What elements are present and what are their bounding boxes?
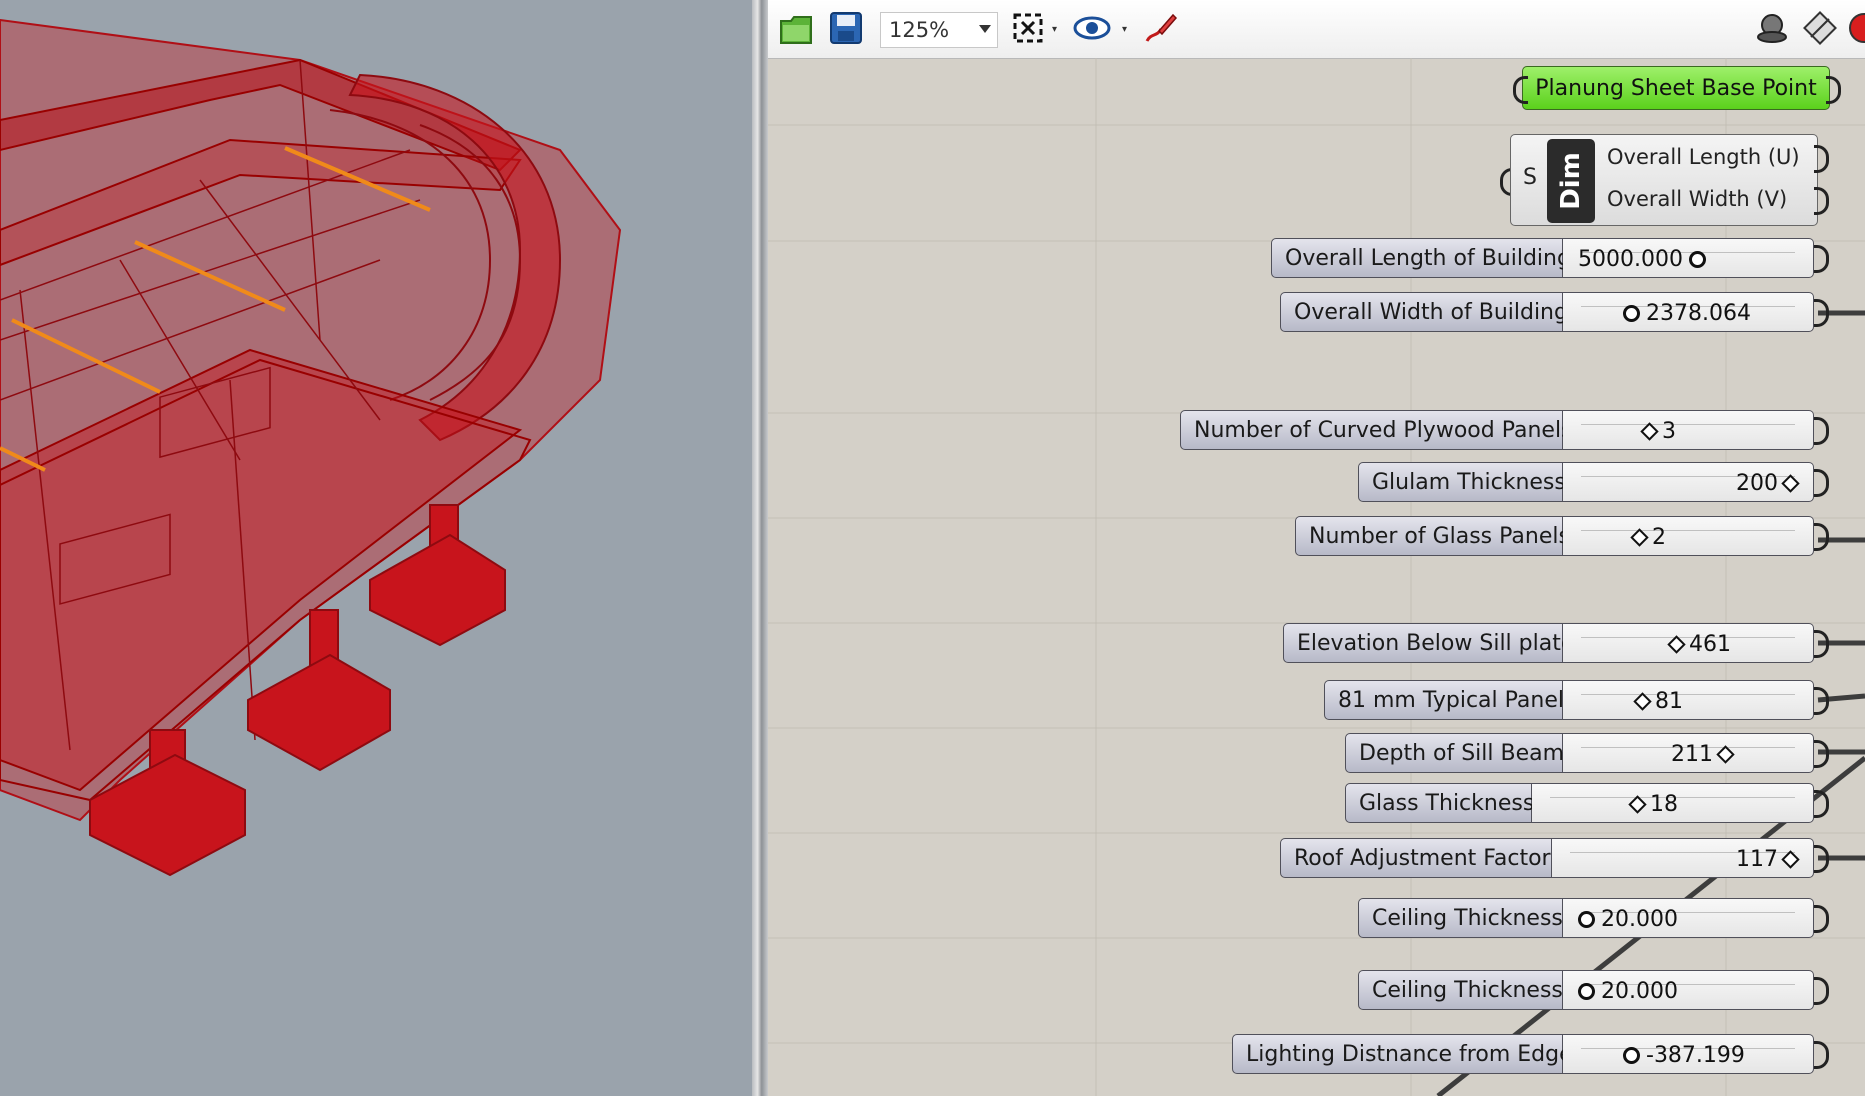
open-file-icon[interactable] [776, 8, 816, 48]
slider-value: 200 [1736, 471, 1778, 496]
slider-handle-icon[interactable] [1630, 528, 1649, 547]
number-slider[interactable]: 81 [1563, 680, 1814, 720]
base-point-input-grip[interactable] [1513, 76, 1528, 104]
slider-value: 18 [1650, 792, 1678, 817]
slider-value-group: 2378.064 [1623, 301, 1751, 326]
slider-value: 117 [1736, 847, 1778, 872]
canvas-toolbar: 125% ▾ ▾ [768, 0, 1865, 59]
slider-value-group: 211 [1671, 742, 1735, 767]
slider-handle-icon[interactable] [1578, 911, 1595, 928]
dim-output-length: Overall Length (U) [1607, 145, 1800, 169]
number-slider[interactable]: 211 [1563, 733, 1814, 773]
dim-output-width: Overall Width (V) [1607, 187, 1788, 211]
slider-value: -387.199 [1646, 1043, 1745, 1068]
slider-label[interactable]: Glass Thickness [1345, 783, 1534, 823]
base-point-label: Planung Sheet Base Point [1535, 75, 1817, 101]
slider-label[interactable]: Ceiling Thickness [1358, 970, 1563, 1010]
slider-label[interactable]: Overall Length of Building [1271, 238, 1571, 278]
number-slider[interactable]: 117 [1552, 838, 1814, 878]
slider-value-group: 3 [1640, 419, 1676, 444]
sketch-pen-icon[interactable] [1140, 8, 1180, 48]
slider-handle-icon[interactable] [1781, 474, 1800, 493]
base-point-param[interactable]: Planung Sheet Base Point [1522, 66, 1830, 110]
number-slider[interactable]: 5000.000 [1563, 238, 1814, 278]
save-icon[interactable] [826, 8, 866, 48]
slider-label[interactable]: 81 mm Typical Panel [1324, 680, 1564, 720]
dimensions-component[interactable]: S Dim Overall Length (U) Overall Width (… [1510, 134, 1818, 226]
zoom-value: 125% [889, 18, 950, 42]
number-slider[interactable]: 2378.064 [1563, 292, 1814, 332]
rhino-viewport[interactable] [0, 0, 752, 1096]
slider-handle-icon[interactable] [1578, 983, 1595, 1000]
slider-value: 20.000 [1601, 907, 1678, 932]
pane-splitter[interactable] [752, 0, 768, 1096]
slider-value: 81 [1655, 689, 1683, 714]
preview-eye-icon[interactable] [1072, 8, 1112, 48]
slider-value: 461 [1689, 632, 1731, 657]
number-slider[interactable]: 461 [1563, 623, 1814, 663]
slider-label[interactable]: Glulam Thickness [1358, 462, 1566, 502]
slider-handle-icon[interactable] [1667, 635, 1686, 654]
slider-handle-icon[interactable] [1623, 1047, 1640, 1064]
slider-value-group: 81 [1633, 689, 1683, 714]
slider-track[interactable] [1581, 530, 1795, 537]
slider-value-group: 461 [1667, 632, 1731, 657]
slider-value-group: 5000.000 [1578, 247, 1706, 272]
slider-value-group: 2 [1630, 525, 1666, 550]
chevron-down-icon [979, 25, 991, 33]
number-slider[interactable]: 3 [1563, 410, 1814, 450]
number-slider[interactable]: -387.199 [1563, 1034, 1814, 1074]
number-slider[interactable]: 20.000 [1563, 898, 1814, 938]
slider-label[interactable]: Depth of Sill Beam [1345, 733, 1564, 773]
slider-value: 2378.064 [1646, 301, 1751, 326]
shaded-preview-icon[interactable] [1752, 8, 1792, 48]
slider-label[interactable]: Lighting Distnance from Edge [1232, 1034, 1573, 1074]
number-slider[interactable]: 200 [1563, 462, 1814, 502]
slider-value: 5000.000 [1578, 247, 1683, 272]
slider-label[interactable]: Number of Curved Plywood Panels [1180, 410, 1573, 450]
wireframe-icon[interactable] [1800, 8, 1840, 48]
slider-label[interactable]: Elevation Below Sill plate [1283, 623, 1574, 663]
slider-handle-icon[interactable] [1688, 251, 1706, 268]
slider-label[interactable]: Ceiling Thickness [1358, 898, 1563, 938]
slider-track[interactable] [1581, 424, 1795, 431]
slider-handle-icon[interactable] [1628, 795, 1647, 814]
number-slider[interactable]: 20.000 [1563, 970, 1814, 1010]
slider-handle-icon[interactable] [1633, 692, 1652, 711]
zoom-extents-caret-icon[interactable]: ▾ [1052, 24, 1057, 35]
slider-handle-icon[interactable] [1623, 305, 1640, 322]
slider-value: 211 [1671, 742, 1713, 767]
slider-value-group: 117 [1736, 847, 1800, 872]
slider-label[interactable]: Roof Adjustment Factor [1280, 838, 1552, 878]
record-icon[interactable] [1844, 8, 1865, 48]
building-model-render [0, 18, 622, 877]
slider-value: 3 [1662, 419, 1676, 444]
slider-value-group: 20.000 [1578, 979, 1678, 1004]
slider-value: 20.000 [1601, 979, 1678, 1004]
slider-value-group: 200 [1736, 471, 1800, 496]
number-slider[interactable]: 2 [1563, 516, 1814, 556]
slider-value-group: 20.000 [1578, 907, 1678, 932]
number-slider[interactable]: 18 [1532, 783, 1814, 823]
slider-handle-icon[interactable] [1640, 422, 1659, 441]
slider-handle-icon[interactable] [1716, 745, 1735, 764]
dim-tag: Dim [1547, 139, 1595, 223]
dim-input-label: S [1523, 165, 1537, 190]
zoom-dropdown[interactable]: 125% [880, 12, 998, 48]
slider-label[interactable]: Overall Width of Building [1280, 292, 1568, 332]
slider-value: 2 [1652, 525, 1666, 550]
slider-value-group: 18 [1628, 792, 1678, 817]
slider-handle-icon[interactable] [1781, 850, 1800, 869]
slider-label[interactable]: Number of Glass Panels [1295, 516, 1570, 556]
preview-caret-icon[interactable]: ▾ [1122, 24, 1127, 35]
slider-value-group: -387.199 [1623, 1043, 1745, 1068]
slider-track[interactable] [1581, 694, 1795, 701]
grasshopper-canvas-pane[interactable]: 125% ▾ ▾ Planung Sheet Base Point S Dim … [768, 0, 1865, 1096]
zoom-extents-icon[interactable] [1008, 8, 1048, 48]
